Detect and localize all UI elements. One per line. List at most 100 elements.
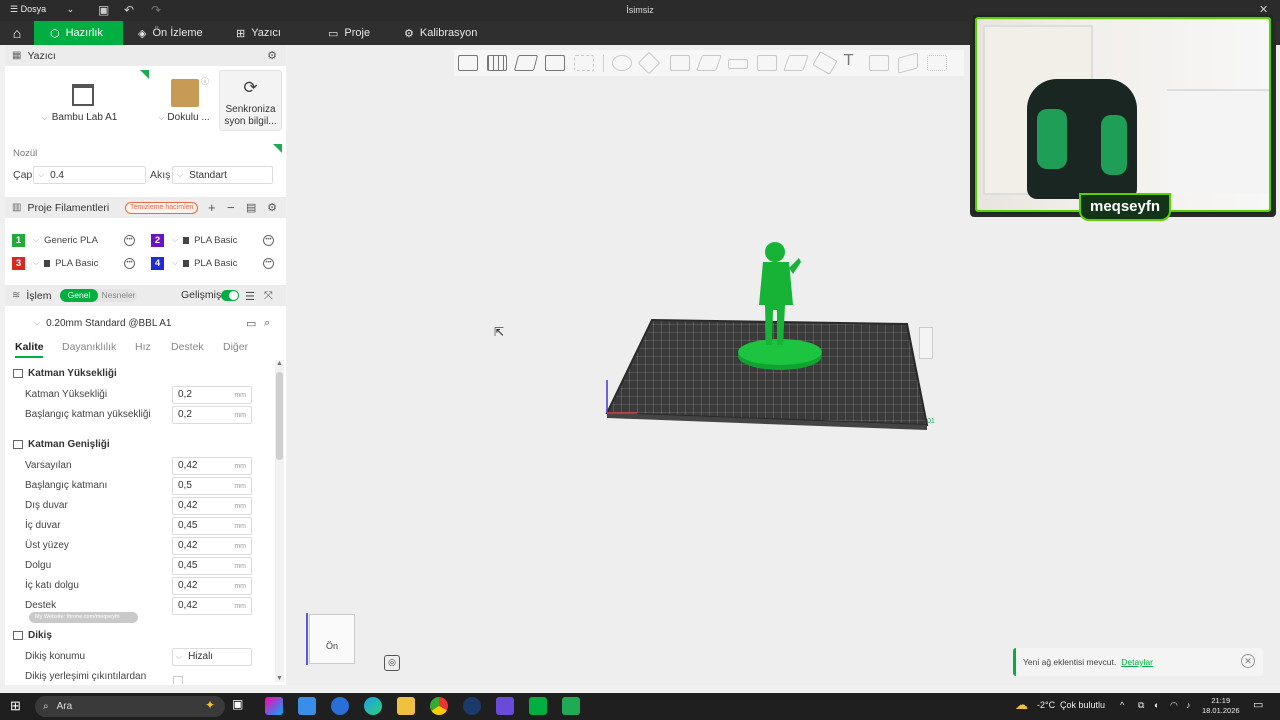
cut-icon[interactable]	[728, 59, 748, 69]
network-icon[interactable]: ◐	[1154, 700, 1159, 710]
filament-3-more-icon[interactable]: •••	[124, 258, 135, 269]
tray-chevron-icon[interactable]: ^	[1120, 700, 1124, 710]
weather-icon[interactable]: ☁	[1015, 697, 1028, 713]
notifications-icon[interactable]: ▭	[1253, 698, 1263, 711]
rotate-icon[interactable]	[637, 51, 661, 75]
toggle-objects[interactable]: Nesneler	[100, 289, 137, 302]
toast-details-link[interactable]: Detaylar	[1121, 657, 1153, 667]
printer-card[interactable]: ⌵ Bambu Lab A1	[11, 70, 148, 132]
bambu-studio-icon[interactable]	[529, 697, 547, 715]
diameter-select[interactable]: ⌵ 0.4	[33, 166, 146, 184]
wifi-icon[interactable]: ◠	[1170, 700, 1178, 711]
filament-sync-icon[interactable]: ▤	[246, 201, 256, 214]
toggle-global[interactable]: Genel	[60, 289, 98, 302]
split-plates-icon[interactable]	[574, 55, 594, 71]
remove-filament-icon[interactable]: −	[227, 200, 235, 215]
filament-4-more-icon[interactable]: •••	[263, 258, 274, 269]
tab-yazici[interactable]: ⊞ Yazıcı	[220, 21, 300, 45]
mail-icon[interactable]	[331, 697, 349, 715]
compare-icon[interactable]: ⤧	[264, 290, 273, 303]
copilot-icon[interactable]	[265, 697, 283, 715]
flush-volumes-button[interactable]: Temizleme hacimleri	[125, 202, 199, 214]
view-cube[interactable]: Ön	[309, 614, 355, 664]
process-preset-select[interactable]: ⌵ 0.20mm Standard @BBL A1	[29, 314, 237, 332]
support-paint-icon[interactable]	[783, 55, 809, 71]
measure-icon[interactable]	[869, 55, 889, 71]
plate-tools[interactable]	[919, 327, 933, 359]
param-input[interactable]: 0,42 mm	[172, 597, 252, 615]
steam-icon[interactable]	[463, 697, 481, 715]
scale-icon[interactable]	[670, 55, 690, 71]
chrome-icon[interactable]	[430, 697, 448, 715]
param-input[interactable]: 0,2 mm	[172, 406, 252, 424]
plate-card[interactable]: ⓘ ⌵ Dokulu ...	[153, 70, 215, 132]
windows-start-icon[interactable]: ⊞	[10, 698, 21, 714]
info-icon[interactable]: ⓘ	[201, 76, 209, 87]
filament-settings-icon[interactable]: ⚙	[267, 201, 277, 214]
advanced-switch[interactable]	[221, 290, 239, 301]
add-object-icon[interactable]	[458, 55, 478, 71]
tab-proje[interactable]: ▭ Proje	[312, 21, 392, 45]
param-input[interactable]: 0,42 mm	[172, 497, 252, 515]
seam-checkbox[interactable]	[173, 676, 183, 684]
store-icon[interactable]	[298, 697, 316, 715]
add-plate-icon[interactable]	[487, 55, 507, 71]
taskbar-search[interactable]: ⌕ Ara ✦	[35, 696, 225, 717]
text-tool-icon[interactable]: T	[844, 51, 853, 69]
scroll-down-icon[interactable]: ▼	[276, 675, 283, 682]
param-input[interactable]: 0,45 mm	[172, 517, 252, 535]
param-input[interactable]: 0,2 mm	[172, 386, 252, 404]
seam-paint-icon[interactable]	[812, 51, 838, 75]
seam-position-select[interactable]: ⌵ Hizalı	[172, 648, 252, 666]
global-objects-toggle[interactable]: Genel Nesneler	[60, 289, 137, 302]
close-icon[interactable]: ✕	[1241, 654, 1255, 668]
edge-icon[interactable]	[364, 697, 382, 715]
lay-on-face-icon[interactable]	[696, 55, 722, 71]
list-icon[interactable]: ☰	[245, 290, 255, 303]
param-input[interactable]: 0,45 mm	[172, 557, 252, 575]
filament-2-select[interactable]: ⌵ PLA Basic	[172, 231, 260, 249]
param-input[interactable]: 0,42 mm	[172, 577, 252, 595]
subtab-hiz[interactable]: Hız	[135, 341, 151, 353]
filament-1-select[interactable]: ⌵ Generic PLA	[33, 231, 121, 249]
search-icon[interactable]: ⌕	[264, 317, 270, 330]
filament-1-more-icon[interactable]: •••	[124, 235, 135, 246]
scroll-thumb[interactable]	[276, 372, 283, 460]
param-input[interactable]: 0,42 mm	[172, 457, 252, 475]
orient-icon[interactable]	[513, 55, 539, 71]
tab-on-izleme[interactable]: ◈ Ön İzleme	[122, 21, 212, 45]
tab-kalibrasyon[interactable]: ⚙ Kalibrasyon	[388, 21, 488, 45]
sync-card[interactable]: ⟳ Senkroniza syon bilgil...	[219, 70, 282, 131]
bambu-handy-icon[interactable]	[562, 697, 580, 715]
save-preset-icon[interactable]: ▭	[246, 317, 256, 330]
taskbar-clock[interactable]: 21:19 18.01.2026	[1202, 696, 1240, 716]
weather-desc[interactable]: Çok bulutlu	[1060, 700, 1105, 710]
explorer-icon[interactable]	[397, 697, 415, 715]
arrange-icon[interactable]	[545, 55, 565, 71]
flow-select[interactable]: ⌵ Standart	[172, 166, 273, 184]
teams-icon[interactable]	[496, 697, 514, 715]
volume-icon[interactable]: ♪	[1186, 700, 1191, 710]
tab-hazirlik[interactable]: ⬡ Hazırlık	[34, 21, 123, 45]
task-view-icon[interactable]: ▣	[232, 697, 250, 715]
param-input[interactable]: 0,42 mm	[172, 537, 252, 555]
assembly-icon[interactable]	[898, 52, 918, 74]
subtab-diger[interactable]: Diğer	[223, 341, 248, 353]
filament-3-select[interactable]: ⌵ PLA Basic	[33, 254, 121, 272]
home-icon[interactable]: ⌂	[0, 21, 34, 45]
subtab-destek[interactable]: Destek	[171, 341, 204, 353]
weather-temp[interactable]: -2°C	[1037, 700, 1055, 710]
printer-settings-icon[interactable]: ⚙	[267, 49, 277, 62]
fit-view-icon[interactable]: ◎	[384, 655, 400, 671]
boolean-icon[interactable]	[757, 55, 777, 71]
subtab-kalite[interactable]: Kalite	[15, 341, 44, 353]
subtab-dayaniklilik[interactable]: Dayanıklılık	[62, 341, 116, 353]
move-icon[interactable]	[612, 55, 632, 71]
paint-icon[interactable]	[927, 55, 947, 71]
add-filament-icon[interactable]: +	[208, 200, 216, 215]
param-input[interactable]: 0,5 mm	[172, 477, 252, 495]
filament-4-select[interactable]: ⌵ PLA Basic	[172, 254, 260, 272]
tray-apps-icon[interactable]: ⧉	[1138, 700, 1144, 711]
params-scrollbar[interactable]: ▲ ▼	[275, 360, 284, 682]
scroll-up-icon[interactable]: ▲	[276, 360, 283, 367]
